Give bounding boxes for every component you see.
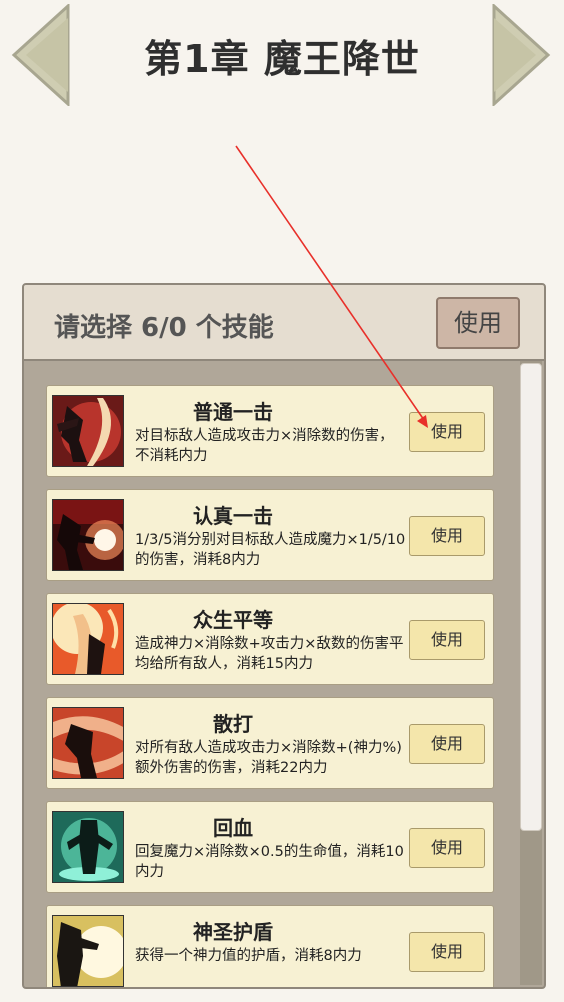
skill-description: 对目标敌人造成攻击力×消除数的伤害，不消耗内力: [135, 428, 394, 464]
scrollbar-thumb[interactable]: [520, 363, 542, 831]
panel-header: 请选择 6/0 个技能 使用: [24, 285, 544, 361]
skill-card-holy-shield: 神圣护盾 获得一个神力值的护盾，消耗8内力 使用: [46, 905, 494, 987]
skill-name: 普通一击: [193, 400, 273, 424]
skill-selection-panel: 请选择 6/0 个技能 使用 普通一击 对目标敌人造成攻击力×消除数的伤害，不消…: [22, 283, 546, 989]
skill-name: 神圣护盾: [193, 920, 273, 944]
chapter-title: 第1章 魔王降世: [144, 37, 420, 81]
use-skill-button[interactable]: 使用: [409, 620, 485, 660]
skill-card-serious-strike: 认真一击 1/3/5消分别对目标敌人造成魔力×1/5/10的伤害，消耗8内力 使…: [46, 489, 494, 581]
use-skill-button[interactable]: 使用: [409, 724, 485, 764]
skill-description: 对所有敌人造成攻击力×消除数+(神力%)额外伤害的伤害，消耗22内力: [135, 740, 402, 776]
skill-card-all-equal: 众生平等 造成神力×消除数+攻击力×敌数的伤害平均给所有敌人，消耗15内力 使用: [46, 593, 494, 685]
serious-strike-icon: [52, 499, 124, 571]
use-skill-button[interactable]: 使用: [409, 516, 485, 556]
strike-icon: [52, 395, 124, 467]
skill-description: 1/3/5消分别对目标敌人造成魔力×1/5/10的伤害，消耗8内力: [135, 532, 406, 568]
panel-title: 请选择 6/0 个技能: [54, 313, 274, 343]
skill-name: 回血: [213, 816, 253, 840]
skill-card-normal-strike: 普通一击 对目标敌人造成攻击力×消除数的伤害，不消耗内力 使用: [46, 385, 494, 477]
equality-icon: [52, 603, 124, 675]
skill-description: 获得一个神力值的护盾，消耗8内力: [135, 948, 362, 964]
use-skill-button[interactable]: 使用: [409, 412, 485, 452]
heal-icon: [52, 811, 124, 883]
use-skill-button[interactable]: 使用: [409, 828, 485, 868]
skill-list[interactable]: 普通一击 对目标敌人造成攻击力×消除数的伤害，不消耗内力 使用 认真一击 1/3…: [24, 361, 544, 987]
use-skill-button[interactable]: 使用: [409, 932, 485, 972]
skill-card-heal: 回血 回复魔力×消除数×0.5的生命值，消耗10内力 使用: [46, 801, 494, 893]
confirm-use-button[interactable]: 使用: [436, 297, 520, 349]
skill-name: 认真一击: [193, 504, 273, 528]
skill-card-brawl: 散打 对所有敌人造成攻击力×消除数+(神力%)额外伤害的伤害，消耗22内力 使用: [46, 697, 494, 789]
skill-description: 造成神力×消除数+攻击力×敌数的伤害平均给所有敌人，消耗15内力: [135, 636, 404, 672]
brawl-icon: [52, 707, 124, 779]
skill-name: 众生平等: [193, 608, 273, 632]
skill-description: 回复魔力×消除数×0.5的生命值，消耗10内力: [135, 844, 404, 880]
holy-shield-icon: [52, 915, 124, 987]
skill-name: 散打: [213, 712, 253, 736]
